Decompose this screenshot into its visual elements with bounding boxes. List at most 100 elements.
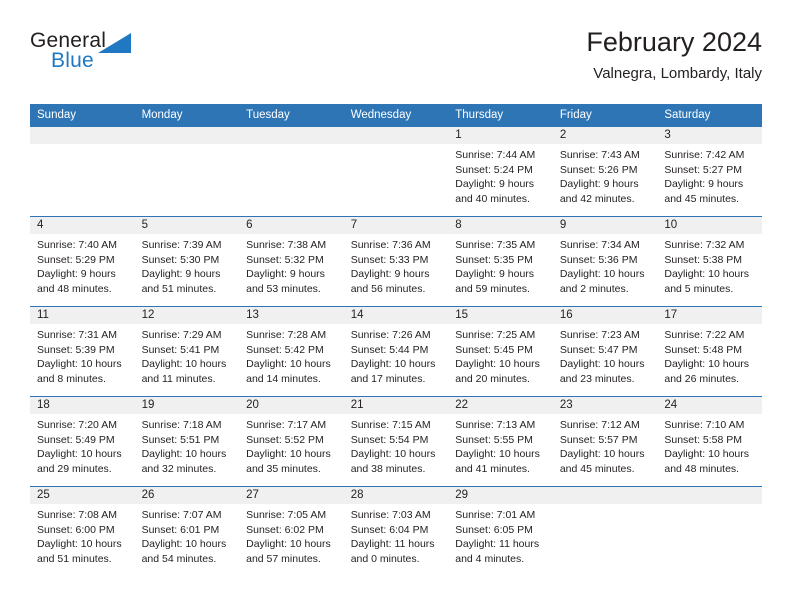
calendar-page: General Blue February 2024 Valnegra, Lom… [0,0,792,612]
week-row: 11 Sunrise: 7:31 AM Sunset: 5:39 PM Dayl… [30,305,762,397]
day-number: 19 [134,396,240,414]
sunset-text: Sunset: 5:33 PM [350,253,429,266]
day-cell[interactable]: 1 Sunrise: 7:44 AM Sunset: 5:24 PM Dayli… [448,126,553,217]
daylight-text-line1: Daylight: 10 hours [246,358,331,371]
daylight-text-line1: Daylight: 11 hours [350,538,435,551]
day-details: Sunrise: 7:10 AM Sunset: 5:58 PM Dayligh… [657,414,762,478]
sunset-text: Sunset: 5:41 PM [141,343,220,356]
day-details: Sunrise: 7:15 AM Sunset: 5:54 PM Dayligh… [344,414,449,478]
sunset-text: Sunset: 5:45 PM [455,343,533,356]
day-number [552,486,658,504]
sunrise-text: Sunrise: 7:35 AM [455,238,536,251]
day-number: 15 [448,306,553,324]
daylight-text-line2: and 8 minutes. [37,373,106,386]
day-number: 14 [343,306,449,324]
sunrise-text: Sunrise: 7:34 AM [559,238,640,251]
day-cell[interactable]: 26 Sunrise: 7:07 AM Sunset: 6:01 PM Dayl… [134,485,240,576]
day-number: 20 [239,396,344,414]
day-details: Sunrise: 7:29 AM Sunset: 5:41 PM Dayligh… [135,324,240,388]
day-details: Sunrise: 7:12 AM Sunset: 5:57 PM Dayligh… [553,414,658,478]
daylight-text-line1: Daylight: 10 hours [559,358,645,371]
day-number: 23 [552,396,658,414]
daylight-text-line2: and 59 minutes. [455,283,530,296]
daylight-text-line1: Daylight: 10 hours [37,448,122,461]
day-number: 29 [448,486,553,504]
day-cell[interactable]: 29 Sunrise: 7:01 AM Sunset: 6:05 PM Dayl… [448,485,553,576]
day-number: 8 [448,216,553,234]
daylight-text-line2: and 48 minutes. [37,283,112,296]
day-cell[interactable]: 16 Sunrise: 7:23 AM Sunset: 5:47 PM Dayl… [552,305,658,397]
day-details: Sunrise: 7:13 AM Sunset: 5:55 PM Dayligh… [448,414,553,478]
sunset-text: Sunset: 5:47 PM [559,343,638,356]
day-cell[interactable]: 4 Sunrise: 7:40 AM Sunset: 5:29 PM Dayli… [30,215,135,307]
day-cell[interactable]: 13 Sunrise: 7:28 AM Sunset: 5:42 PM Dayl… [239,305,344,397]
sunset-text: Sunset: 5:30 PM [141,253,220,266]
daylight-text-line1: Daylight: 9 hours [455,178,535,191]
week-row: 18 Sunrise: 7:20 AM Sunset: 5:49 PM Dayl… [30,395,762,487]
daylight-text-line1: Daylight: 10 hours [455,358,540,371]
day-cell[interactable]: 27 Sunrise: 7:05 AM Sunset: 6:02 PM Dayl… [239,485,344,576]
day-details: Sunrise: 7:03 AM Sunset: 6:04 PM Dayligh… [344,504,449,568]
day-cell[interactable]: 28 Sunrise: 7:03 AM Sunset: 6:04 PM Dayl… [343,485,449,576]
day-cell[interactable]: 24 Sunrise: 7:10 AM Sunset: 5:58 PM Dayl… [657,395,762,487]
day-cell[interactable]: 22 Sunrise: 7:13 AM Sunset: 5:55 PM Dayl… [448,395,553,487]
sunset-text: Sunset: 5:55 PM [455,433,533,446]
day-details: Sunrise: 7:25 AM Sunset: 5:45 PM Dayligh… [448,324,553,388]
day-cell[interactable]: 18 Sunrise: 7:20 AM Sunset: 5:49 PM Dayl… [30,395,135,487]
week-row: 25 Sunrise: 7:08 AM Sunset: 6:00 PM Dayl… [30,485,762,576]
weekday-header-thursday: Thursday [448,104,553,127]
day-details: Sunrise: 7:43 AM Sunset: 5:26 PM Dayligh… [553,144,658,208]
day-cell[interactable]: 14 Sunrise: 7:26 AM Sunset: 5:44 PM Dayl… [343,305,449,397]
daylight-text-line1: Daylight: 11 hours [455,538,540,551]
sunset-text: Sunset: 5:57 PM [559,433,638,446]
daylight-text-line1: Daylight: 9 hours [141,268,221,281]
day-cell[interactable]: 19 Sunrise: 7:18 AM Sunset: 5:51 PM Dayl… [134,395,240,487]
day-cell[interactable]: 2 Sunrise: 7:43 AM Sunset: 5:26 PM Dayli… [552,126,658,217]
sunrise-text: Sunrise: 7:26 AM [350,328,431,341]
title-block: February 2024 Valnegra, Lombardy, Italy [586,27,762,82]
sunrise-text: Sunrise: 7:18 AM [141,418,222,431]
daylight-text-line1: Daylight: 10 hours [664,358,750,371]
day-details: Sunrise: 7:23 AM Sunset: 5:47 PM Dayligh… [553,324,658,388]
day-cell[interactable]: 3 Sunrise: 7:42 AM Sunset: 5:27 PM Dayli… [657,126,762,217]
sunset-text: Sunset: 5:52 PM [246,433,324,446]
sunset-text: Sunset: 5:42 PM [246,343,324,356]
daylight-text-line1: Daylight: 9 hours [246,268,325,281]
day-number: 16 [552,306,658,324]
weekday-header-saturday: Saturday [657,104,762,127]
day-cell[interactable]: 7 Sunrise: 7:36 AM Sunset: 5:33 PM Dayli… [343,215,449,307]
day-number: 3 [657,126,762,144]
logo-text-general: General [30,29,107,52]
day-details: Sunrise: 7:20 AM Sunset: 5:49 PM Dayligh… [30,414,135,478]
location-subtitle: Valnegra, Lombardy, Italy [593,64,762,82]
day-cell[interactable]: 6 Sunrise: 7:38 AM Sunset: 5:32 PM Dayli… [239,215,344,307]
daylight-text-line1: Daylight: 10 hours [246,538,331,551]
day-cell[interactable]: 8 Sunrise: 7:35 AM Sunset: 5:35 PM Dayli… [448,215,553,307]
day-cell[interactable]: 12 Sunrise: 7:29 AM Sunset: 5:41 PM Dayl… [134,305,240,397]
day-cell[interactable]: 23 Sunrise: 7:12 AM Sunset: 5:57 PM Dayl… [552,395,658,487]
day-cell[interactable]: 5 Sunrise: 7:39 AM Sunset: 5:30 PM Dayli… [134,215,240,307]
day-cell[interactable]: 15 Sunrise: 7:25 AM Sunset: 5:45 PM Dayl… [448,305,553,397]
daylight-text-line2: and 56 minutes. [350,283,426,296]
sunrise-text: Sunrise: 7:23 AM [559,328,640,341]
daylight-text-line2: and 51 minutes. [37,553,112,566]
sunrise-text: Sunrise: 7:32 AM [664,238,745,251]
day-number: 4 [30,216,135,234]
day-number: 13 [239,306,344,324]
sunset-text: Sunset: 5:44 PM [350,343,429,356]
day-cell[interactable]: 9 Sunrise: 7:34 AM Sunset: 5:36 PM Dayli… [552,215,658,307]
general-blue-logo[interactable]: General Blue [30,30,150,86]
daylight-text-line2: and 57 minutes. [246,553,321,566]
day-cell[interactable]: 20 Sunrise: 7:17 AM Sunset: 5:52 PM Dayl… [239,395,344,487]
day-cell[interactable]: 11 Sunrise: 7:31 AM Sunset: 5:39 PM Dayl… [30,305,135,397]
day-details: Sunrise: 7:39 AM Sunset: 5:30 PM Dayligh… [135,234,240,298]
day-cell[interactable]: 17 Sunrise: 7:22 AM Sunset: 5:48 PM Dayl… [657,305,762,397]
sunset-text: Sunset: 5:48 PM [664,343,743,356]
day-number: 1 [448,126,553,144]
sunrise-text: Sunrise: 7:28 AM [246,328,327,341]
day-cell[interactable]: 21 Sunrise: 7:15 AM Sunset: 5:54 PM Dayl… [343,395,449,487]
sunset-text: Sunset: 5:32 PM [246,253,324,266]
sunset-text: Sunset: 5:58 PM [664,433,743,446]
day-cell[interactable]: 10 Sunrise: 7:32 AM Sunset: 5:38 PM Dayl… [657,215,762,307]
day-cell[interactable]: 25 Sunrise: 7:08 AM Sunset: 6:00 PM Dayl… [30,485,135,576]
